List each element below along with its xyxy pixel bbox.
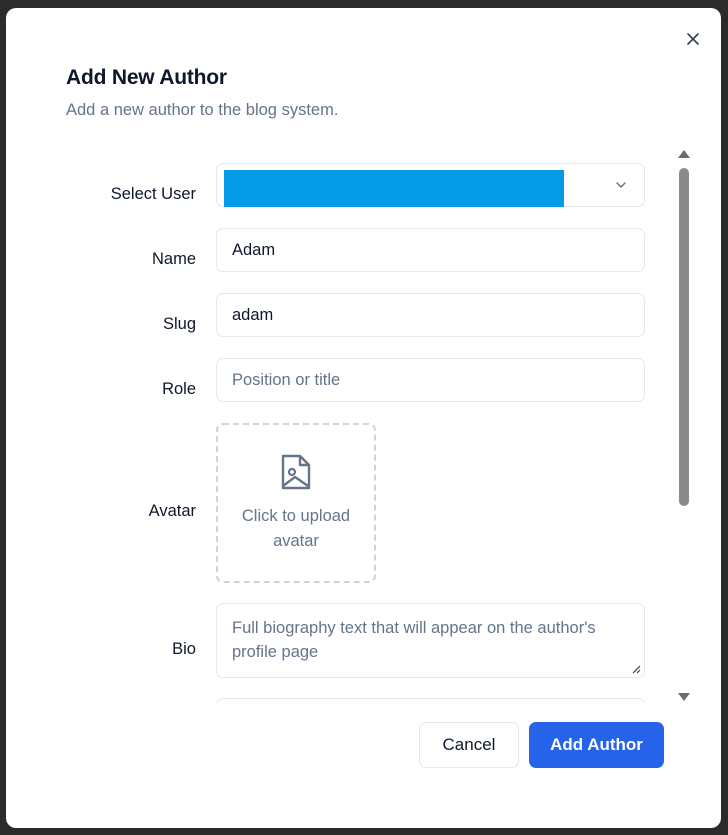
close-button[interactable] <box>682 28 704 50</box>
bio-label: Bio <box>172 640 196 658</box>
select-user-value <box>224 170 564 207</box>
next-field-partial[interactable] <box>216 698 645 703</box>
add-author-dialog: Add New Author Add a new author to the b… <box>6 8 721 828</box>
scroll-up-arrow-icon[interactable] <box>678 150 690 158</box>
select-user-dropdown[interactable] <box>216 163 645 207</box>
role-label: Role <box>162 380 196 398</box>
bio-textarea[interactable]: Full biography text that will appear on … <box>216 603 645 678</box>
dialog-subtitle: Add a new author to the blog system. <box>66 101 339 119</box>
form-scroll-area: Select User Name Adam Slug adam Role Pos… <box>6 148 721 703</box>
role-input[interactable]: Position or title <box>216 358 645 402</box>
avatar-upload-text: Click to upload avatar <box>241 507 351 550</box>
name-label: Name <box>151 250 196 268</box>
cancel-button[interactable]: Cancel <box>419 722 519 768</box>
image-upload-icon <box>281 454 311 490</box>
add-author-button[interactable]: Add Author <box>529 722 664 768</box>
avatar-label: Avatar <box>148 502 196 520</box>
close-icon <box>687 33 699 45</box>
scrollbar-thumb[interactable] <box>679 168 689 506</box>
bio-placeholder: Full biography text that will appear on … <box>232 619 596 661</box>
form-scrollbar[interactable] <box>675 148 693 703</box>
avatar-upload-dropzone[interactable]: Click to upload avatar <box>216 423 376 583</box>
slug-label: Slug <box>162 315 196 333</box>
name-input[interactable]: Adam <box>216 228 645 272</box>
scroll-down-arrow-icon[interactable] <box>678 693 690 701</box>
chevron-down-icon <box>616 182 626 188</box>
select-user-label: Select User <box>110 185 196 203</box>
resize-handle-icon[interactable] <box>631 664 641 674</box>
slug-input[interactable]: adam <box>216 293 645 337</box>
dialog-title: Add New Author <box>66 66 227 89</box>
